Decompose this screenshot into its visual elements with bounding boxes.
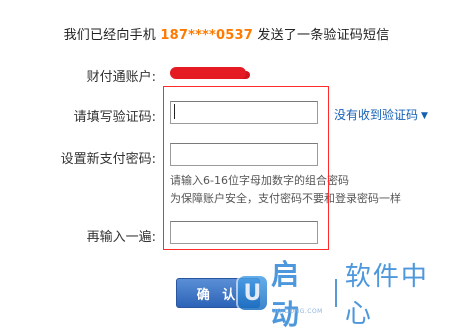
sms-sent-message: 我们已经向手机 187****0537 发送了一条验证码短信: [0, 24, 453, 43]
text-cursor: [174, 104, 175, 119]
masked-phone-number: 187****0537: [160, 28, 254, 43]
not-received-code-link[interactable]: 没有收到验证码 ▼: [334, 106, 428, 123]
account-label: 财付通账户:: [86, 70, 156, 85]
confirm-password-label: 再输入一遍:: [86, 230, 156, 245]
not-received-code-label: 没有收到验证码: [334, 108, 419, 122]
verification-code-label: 请填写验证码:: [73, 110, 156, 125]
site-watermark: U 启动 软件中心 UQIDONG.COM: [238, 258, 453, 331]
password-format-hint: 请输入6-16位字母加数字的组合密码: [170, 174, 349, 187]
watermark-name: 软件中心: [344, 262, 429, 329]
password-security-hint: 为保障账户安全，支付密码不要和登录密码一样: [170, 192, 401, 205]
watermark-brand: 启动: [270, 258, 300, 331]
redacted-account-value: [170, 67, 246, 79]
verification-code-input[interactable]: [170, 101, 318, 124]
sms-message-suffix: 发送了一条验证码短信: [257, 28, 390, 43]
new-payment-password-input[interactable]: [170, 143, 318, 166]
sms-message-prefix: 我们已经向手机: [63, 28, 156, 43]
watermark-logo-icon: U: [238, 276, 267, 310]
confirm-password-input[interactable]: [170, 221, 318, 244]
new-payment-password-label: 设置新支付密码:: [60, 152, 156, 167]
dropdown-arrow-icon: ▼: [421, 111, 428, 121]
watermark-subtitle: UQIDONG.COM: [272, 308, 323, 315]
watermark-separator: [334, 279, 337, 307]
